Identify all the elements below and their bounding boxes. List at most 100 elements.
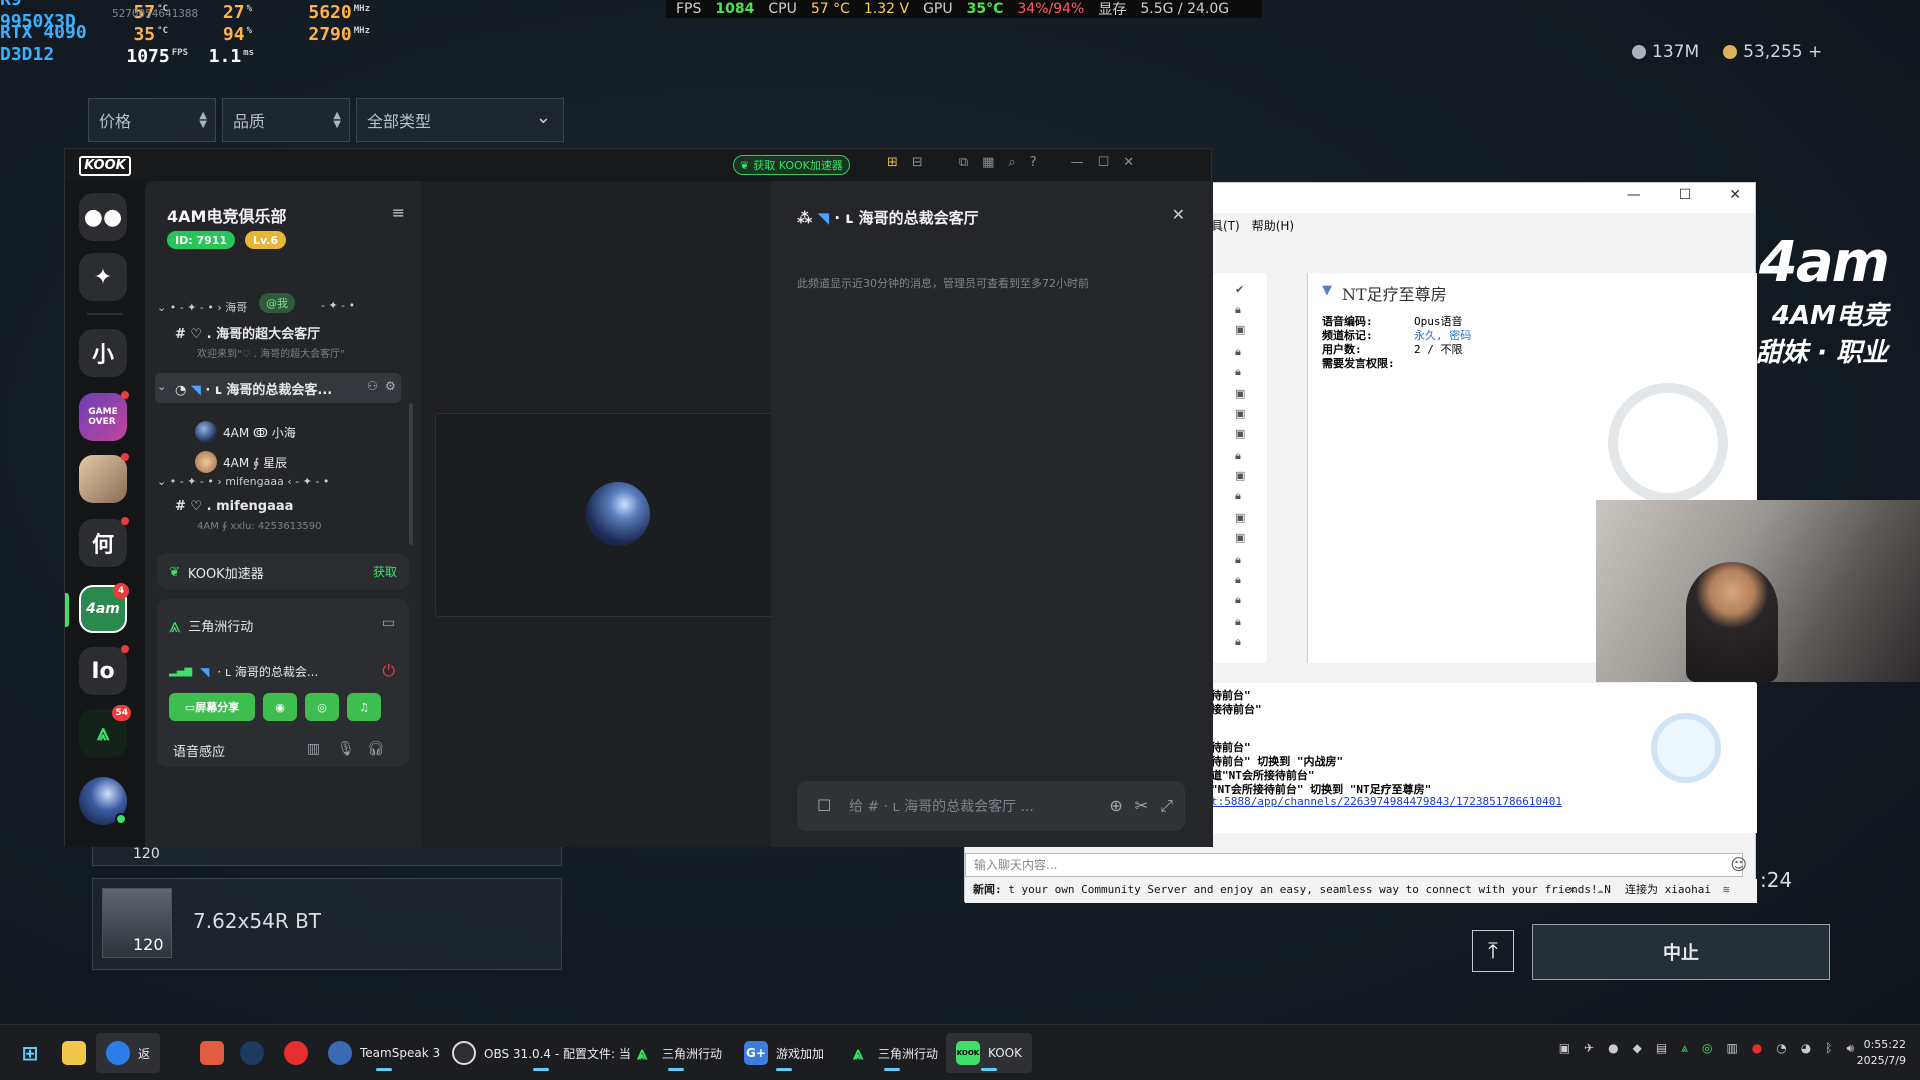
server-xiao[interactable]: 小 (79, 329, 127, 377)
ts-channel-tree[interactable]: ✔ 🔒︎ ▣ 🔒︎ 🔒︎ ▣ ▣ ▣ 🔒︎ ▣ 🔒︎ ▣ ▣ 🔒︎ 🔒︎ 🔒︎ … (1211, 273, 1267, 663)
server-4am[interactable]: 4am 4 (79, 583, 129, 633)
tray-app-icon[interactable]: ▥ (1726, 1041, 1737, 1056)
get-accelerator-button[interactable]: ❦ 获取 KOOK加速器 (733, 155, 850, 175)
taskbar-browser[interactable]: 返 (96, 1033, 161, 1073)
sidebar-scrollbar[interactable] (409, 403, 413, 545)
close-icon[interactable]: ✕ (1123, 155, 1134, 170)
server-delta[interactable]: ⩓ 54 (79, 705, 131, 757)
volume-icon[interactable]: 🔊︎ (1846, 1041, 1854, 1056)
channel-link[interactable]: t:5888/app/channels/2263974984479843/172… (1211, 795, 1562, 808)
channel-text-haige[interactable]: # ♡ . 海哥的超大会客厅 (175, 323, 320, 342)
channel-voice-zongcai[interactable]: ◔ ◥ · ʟ 海哥的总裁会客... (175, 379, 332, 398)
maximize-icon[interactable]: ☐ (1098, 155, 1110, 170)
channel-text-mifengaaa[interactable]: # ♡ . mifengaaa (175, 499, 293, 514)
disconnect-icon[interactable]: ⏻ (382, 661, 395, 681)
soundboard-button[interactable]: ◎ (305, 693, 339, 721)
taskbar-delta-2[interactable]: ⩓ 三角洲行动 (846, 1033, 938, 1073)
menu-tools[interactable]: 具(T) (1211, 217, 1240, 234)
taskbar-delta-1[interactable]: ⩓ 三角洲行动 (630, 1033, 722, 1073)
category-haige[interactable]: ⌄ • - ✦ - • › 海哥 (157, 299, 247, 315)
category-mifengaaa[interactable]: ⌄ • - ✦ - • › mifengaaa ‹ - ✦ - • (157, 475, 329, 488)
discover-button[interactable]: ✦ (79, 253, 127, 301)
expand-icon[interactable]: ⤢ (1160, 796, 1173, 816)
emoji-icon[interactable]: ☺ (1730, 855, 1747, 874)
item-row[interactable]: 120 7.62x54R BT (92, 878, 562, 970)
bluetooth-icon[interactable]: ᛒ (1825, 1041, 1832, 1056)
tray-app-icon[interactable]: ● (1608, 1041, 1618, 1056)
ts-chat-input[interactable]: 输入聊天内容... (965, 853, 1743, 877)
user-avatar[interactable] (79, 777, 127, 825)
lock-icon: 🔒︎ (1235, 489, 1241, 502)
ts-chat-log[interactable]: 待前台" 接待前台" 待前台" 待前台" 切换到 "内战房" 道"NT会所接待前… (1211, 683, 1757, 833)
tray-app-icon[interactable]: ✈ (1584, 1041, 1594, 1056)
voice-user-xingchen[interactable]: 4AM ∮ 星辰 (195, 451, 287, 473)
taskbar-netease[interactable] (284, 1033, 308, 1073)
quality-filter[interactable]: 品质 ▲ ▼ (222, 98, 350, 142)
voice-user-xiaohai[interactable]: 4AM ↂ 小海 (195, 421, 296, 443)
minimize-icon[interactable]: — (1627, 187, 1641, 203)
avatar (586, 482, 650, 546)
tray-app-icon[interactable]: ◕ (1801, 1041, 1811, 1056)
server-he[interactable]: 何 (79, 517, 129, 567)
maximize-icon[interactable]: ☐ (1679, 187, 1692, 203)
tray-app-icon[interactable]: ▣ (1559, 1041, 1570, 1056)
overlay-noise-digits: 5270054641388 (112, 7, 199, 20)
price-filter[interactable]: 价格 ▲ ▼ (88, 98, 216, 142)
chat-input[interactable]: ☐ 给 # · ʟ 海哥的总裁会客厅 ... ⊕ ✂ ⤢ (797, 781, 1185, 831)
taskbar-explorer[interactable] (62, 1033, 86, 1073)
settings-icon[interactable]: ⚙ (385, 379, 396, 393)
system-clock[interactable]: 0:55:22 2025/7/9 (1857, 1037, 1906, 1069)
taskbar-kook[interactable]: KOOK KOOK (946, 1033, 1032, 1073)
screenshot-icon[interactable]: ⧉ (959, 155, 968, 170)
tray-app-icon[interactable]: ◎ (1702, 1041, 1712, 1056)
close-icon[interactable]: ✕ (1729, 187, 1741, 203)
upload-button[interactable]: ⤒ (1472, 930, 1514, 972)
lock-icon: 🔒︎ (1235, 615, 1241, 628)
tray-app-icon[interactable]: ◔ (1776, 1041, 1786, 1056)
microphone-icon[interactable]: 🎙︎ (337, 741, 355, 757)
close-icon[interactable]: ✕ (1172, 205, 1185, 224)
taskbar-obs[interactable]: OBS 31.0.4 - 配置文件: 当 (452, 1033, 631, 1073)
gift-icon[interactable]: ⊞ (887, 155, 898, 170)
voice-settings-icon[interactable]: ▥ (307, 741, 320, 757)
search-icon[interactable]: ⌕ (1008, 155, 1015, 170)
server-io[interactable]: Io (79, 645, 129, 695)
hamburger-menu-icon[interactable]: ≡ (392, 203, 405, 222)
add-user-icon[interactable]: ⚇ (367, 379, 378, 393)
tray-app-icon[interactable]: ◆ (1633, 1041, 1642, 1056)
start-button[interactable]: ⊞ (18, 1033, 42, 1073)
screen-share-button[interactable]: ▭ 屏幕分享 (169, 693, 255, 721)
voice-user-card[interactable] (435, 413, 775, 617)
inbox-icon[interactable]: ⊟ (912, 155, 923, 170)
menu-help[interactable]: 帮助(H) (1252, 217, 1294, 234)
accelerator-get-link[interactable]: 获取 (373, 563, 397, 580)
add-icon[interactable]: ⊕ (1109, 796, 1122, 816)
help-icon[interactable]: ? (1030, 155, 1037, 170)
record-button[interactable]: ◉ (263, 693, 297, 721)
screen-icon[interactable]: ▭ (382, 615, 395, 631)
taskbar-teamspeak[interactable]: TeamSpeak 3 (328, 1033, 440, 1073)
mention-badge[interactable]: @我 (259, 293, 295, 313)
taskbar-youxijiajia[interactable]: G+ 游戏加加 (744, 1033, 824, 1073)
scissors-icon[interactable]: ✂ (1135, 796, 1148, 816)
music-button[interactable]: ♫ (347, 693, 381, 721)
headphones-icon[interactable]: 🎧︎ (367, 741, 385, 757)
stop-button[interactable]: 中止 (1532, 924, 1830, 980)
minimize-icon[interactable]: — (1071, 155, 1084, 170)
server-name[interactable]: 4AM电竞俱乐部 (167, 203, 286, 227)
tray-app-icon[interactable]: ● (1752, 1041, 1762, 1056)
type-filter[interactable]: 全部类型 ⌄ (356, 98, 564, 142)
taskbar-app[interactable] (200, 1033, 224, 1073)
tray-app-icon[interactable]: ⩓ (1681, 1041, 1688, 1056)
accelerator-panel[interactable]: ❦ KOOK加速器 获取 (157, 553, 409, 589)
tray-app-icon[interactable]: ▤ (1656, 1041, 1667, 1056)
taskbar-steam[interactable] (240, 1033, 264, 1073)
direct-messages-button[interactable]: ●● (79, 193, 127, 241)
close-icon[interactable]: ✕ (1569, 879, 1576, 901)
grid-icon[interactable]: ▦ (982, 155, 994, 170)
item-row-partial[interactable]: 120 (92, 846, 562, 866)
api-label: D3D12 (0, 44, 55, 65)
gold-currency[interactable]: 53,255 + (1723, 42, 1822, 62)
server-cat[interactable] (79, 453, 129, 503)
server-game-over[interactable]: GAME OVER (79, 391, 129, 441)
